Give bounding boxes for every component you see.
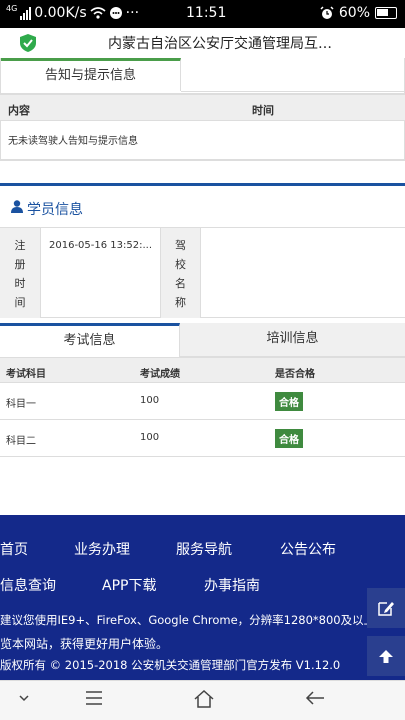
column-subject: 考试科目 <box>6 369 46 380</box>
driving-school-value <box>201 228 405 318</box>
student-section-header: 学员信息 <box>0 183 405 223</box>
copyright-text: 版权所有 © 2015-2018 公安机关交通管理部门官方发布 V1.12.0 <box>0 658 341 672</box>
pass-badge: 合格 <box>275 429 303 448</box>
edit-icon <box>378 602 394 616</box>
footer-link-home[interactable]: 首页 <box>0 539 28 559</box>
battery-level: 60% <box>338 5 370 21</box>
clock: 11:51 <box>186 5 227 21</box>
score-cell: 100 <box>140 432 160 443</box>
chevron-down-icon[interactable] <box>18 693 30 703</box>
register-time-value: 2016-05-16 13:52:... <box>41 228 161 318</box>
table-row: 科目二 100 合格 <box>0 420 405 457</box>
back-icon[interactable] <box>304 689 326 707</box>
status-bar: 4G 0.00K/s ··· 11:51 60% <box>0 0 405 28</box>
section-title: 学员信息 <box>27 202 83 218</box>
exam-table: 考试科目 考试成绩 是否合格 科目一 100 合格 科目二 100 合格 <box>0 357 405 457</box>
shield-icon <box>20 34 36 52</box>
student-info-table: 注 册 时 间 2016-05-16 13:52:... 驾 校 名 称 <box>0 227 405 318</box>
network-type: 4G <box>6 3 18 13</box>
arrow-up-icon <box>379 650 393 663</box>
feedback-button[interactable] <box>367 588 405 628</box>
browser-notice-line2: 览本网站，获得更好用户体验。 <box>0 637 169 651</box>
home-icon[interactable] <box>193 689 215 709</box>
register-time-label: 注 册 时 间 <box>0 228 41 318</box>
notice-empty-message: 无未读驾驶人告知与提示信息 <box>8 136 138 147</box>
more-notifications: ··· <box>125 5 140 21</box>
wifi-icon <box>90 7 106 19</box>
back-to-top-button[interactable] <box>367 636 405 676</box>
system-nav-bar <box>0 680 405 720</box>
footer-link-announcements[interactable]: 公告公布 <box>280 539 336 559</box>
column-pass: 是否合格 <box>275 369 315 380</box>
pass-badge: 合格 <box>275 392 303 411</box>
column-score: 考试成绩 <box>140 369 180 380</box>
chat-icon <box>109 7 122 19</box>
status-left: 4G 0.00K/s ··· <box>6 3 140 22</box>
network-speed: 0.00K/s <box>34 5 87 21</box>
exam-table-header: 考试科目 考试成绩 是否合格 <box>0 357 405 383</box>
exam-tabs: 考试信息 培训信息 <box>0 323 405 357</box>
site-footer: 首页 业务办理 服务导航 公告公布 信息查询 APP下载 办事指南 建议您使用I… <box>0 515 405 680</box>
footer-link-business[interactable]: 业务办理 <box>74 539 130 559</box>
tab-divider <box>181 91 405 92</box>
footer-link-app-download[interactable]: APP下载 <box>102 575 156 595</box>
column-time: 时间 <box>252 104 274 117</box>
status-right: 60% <box>320 5 397 21</box>
driving-school-label: 驾 校 名 称 <box>161 228 201 318</box>
footer-link-service-nav[interactable]: 服务导航 <box>176 539 232 559</box>
title-bar: 内蒙古自治区公安厅交通管理局互… <box>0 28 405 58</box>
footer-link-guide[interactable]: 办事指南 <box>204 575 260 595</box>
battery-icon <box>375 7 397 19</box>
tab-training-info[interactable]: 培训信息 <box>180 323 405 357</box>
menu-icon[interactable] <box>84 689 104 707</box>
footer-link-query[interactable]: 信息查询 <box>0 575 56 595</box>
column-content: 内容 <box>8 104 30 117</box>
signal-icon <box>20 6 32 20</box>
tab-notice[interactable]: 告知与提示信息 <box>1 58 181 91</box>
user-icon <box>11 200 23 213</box>
notice-table-header: 内容 时间 <box>0 94 405 121</box>
table-row: 科目一 100 合格 <box>0 383 405 420</box>
score-cell: 100 <box>140 395 160 406</box>
page-title: 内蒙古自治区公安厅交通管理局互… <box>108 36 332 52</box>
browser-notice-line1: 建议您使用IE9+、FireFox、Google Chrome，分辨率1280*… <box>0 613 387 627</box>
subject-cell: 科目二 <box>6 436 36 447</box>
subject-cell: 科目一 <box>6 399 36 410</box>
alarm-icon <box>320 6 334 19</box>
tab-exam-info[interactable]: 考试信息 <box>0 323 180 357</box>
